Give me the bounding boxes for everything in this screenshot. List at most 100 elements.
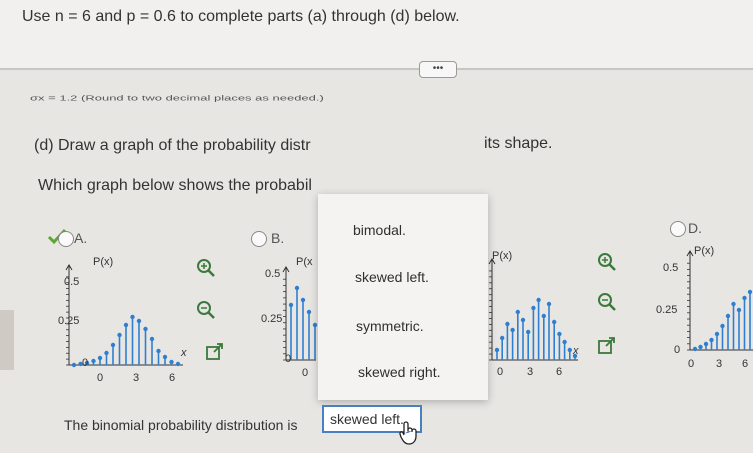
stem-point xyxy=(552,319,557,325)
stem-point xyxy=(306,309,312,315)
graph-b-xtick: 0 xyxy=(302,367,309,379)
left-scroll-strip xyxy=(0,310,14,370)
dropdown-item-bimodal[interactable]: bimodal. xyxy=(353,222,406,238)
graph-c-ylabel: P(x) xyxy=(492,250,513,262)
answer-prefix: The binomial probability distribution is xyxy=(64,417,298,433)
stem-point xyxy=(531,305,536,311)
hand-cursor-icon xyxy=(399,421,417,445)
stem-point xyxy=(536,297,541,303)
stem-point xyxy=(312,322,318,328)
stem-point xyxy=(97,355,103,361)
stem-point xyxy=(117,332,122,338)
zoom-in-icon[interactable] xyxy=(196,258,216,278)
stem-point xyxy=(130,314,135,320)
dropdown-item-skewed-right[interactable]: skewed right. xyxy=(358,364,440,380)
stem-point xyxy=(720,323,725,329)
graph-d-ytick: 0.5 xyxy=(663,262,679,274)
stem-point xyxy=(510,327,515,333)
graph-d-xtick: 6 xyxy=(742,358,749,370)
more-button[interactable]: ••• xyxy=(419,61,457,78)
graph-a-xlabel: x xyxy=(181,347,187,359)
option-a-label: A. xyxy=(74,230,88,246)
stem-point xyxy=(294,285,300,291)
stem-point xyxy=(162,354,168,360)
part-c-text: σx = 1.2 (Round to two decimal places as… xyxy=(30,94,324,103)
stem-point xyxy=(698,344,703,350)
option-a-radio[interactable] xyxy=(58,231,74,247)
stem-point xyxy=(567,347,572,353)
stem-point xyxy=(300,297,306,303)
stem-point xyxy=(725,313,731,319)
stem-point xyxy=(104,350,109,356)
graph-c-plot xyxy=(488,258,578,361)
stem-point xyxy=(736,307,742,313)
graph-c-xtick: 0 xyxy=(497,366,504,378)
graph-d-plot xyxy=(686,250,753,352)
stem-point xyxy=(562,339,567,345)
part-d-prompt: (d) Draw a graph of the probability dist… xyxy=(34,137,311,154)
stem-point xyxy=(91,358,96,364)
stem-point xyxy=(520,317,526,323)
graph-a-xtick: 0 xyxy=(97,372,104,384)
graph-d-ylabel: P(x) xyxy=(694,245,715,257)
graph-b-ylabel: P(x xyxy=(296,256,313,268)
stem-point xyxy=(742,295,747,301)
option-d-label: D. xyxy=(688,220,702,236)
stem-point xyxy=(541,313,546,319)
graph-d-xtick: 0 xyxy=(688,358,695,370)
question-text: Use n = 6 and p = 0.6 to complete parts … xyxy=(22,8,460,25)
stem-point xyxy=(169,359,174,365)
graph-c-xtick: 6 xyxy=(556,366,563,378)
stem-point xyxy=(505,321,510,327)
stem-point xyxy=(123,322,129,328)
stem-point xyxy=(703,341,709,347)
stem-point xyxy=(526,329,531,335)
option-b-radio[interactable] xyxy=(251,231,267,247)
stem-point xyxy=(156,348,161,354)
graph-a-xtick: 3 xyxy=(133,372,140,384)
stem-point xyxy=(288,302,294,308)
stem-point xyxy=(143,326,148,332)
stem-point xyxy=(714,331,720,337)
graph-c-xlabel: x xyxy=(573,345,579,357)
popout-icon[interactable] xyxy=(597,336,617,356)
zoom-in-icon[interactable] xyxy=(597,252,617,272)
divider xyxy=(0,68,753,70)
which-graph-text: Which graph below shows the probabil xyxy=(38,177,312,194)
dropdown-menu: bimodal. skewed left. symmetric. skewed … xyxy=(318,194,488,400)
option-d-radio[interactable] xyxy=(670,221,686,237)
stem-point xyxy=(731,301,736,307)
dropdown-item-symmetric[interactable]: symmetric. xyxy=(356,318,424,334)
graph-a-ytick: 0 xyxy=(82,357,89,369)
stem-point xyxy=(110,342,116,348)
stem-point xyxy=(747,289,753,295)
stem-point xyxy=(71,362,77,368)
dropdown-item-skewed-left[interactable]: skewed left. xyxy=(355,269,429,285)
stem-point xyxy=(692,346,698,352)
graph-a-ylabel: P(x) xyxy=(93,256,114,268)
graph-d-xtick: 3 xyxy=(716,358,723,370)
graph-c-xtick: 3 xyxy=(527,366,534,378)
option-b-label: B. xyxy=(271,230,285,246)
graph-b-ytick: 0.25 xyxy=(261,313,283,325)
graph-d-ytick: 0.25 xyxy=(656,304,678,316)
zoom-out-icon[interactable] xyxy=(196,300,216,320)
zoom-out-icon[interactable] xyxy=(597,292,617,312)
graph-a-ytick: 0.5 xyxy=(64,276,80,288)
graph-d-ytick: 0 xyxy=(674,344,681,356)
popout-icon[interactable] xyxy=(205,342,225,362)
stem-point xyxy=(709,337,714,343)
stem-point xyxy=(149,336,155,342)
stem-point xyxy=(515,309,520,315)
graph-a-ytick: 0.25 xyxy=(58,315,80,327)
stem-point xyxy=(136,318,142,324)
stem-point xyxy=(557,331,562,337)
stem-point xyxy=(175,361,181,367)
graph-b-plot xyxy=(282,266,318,361)
stem-point xyxy=(546,301,552,307)
stem-point xyxy=(494,347,500,353)
graph-b-ytick: 0 xyxy=(285,353,292,365)
graph-b-ytick: 0.5 xyxy=(265,268,281,280)
graph-a-xtick: 6 xyxy=(169,372,176,384)
part-d-prompt-end: its shape. xyxy=(484,135,553,152)
